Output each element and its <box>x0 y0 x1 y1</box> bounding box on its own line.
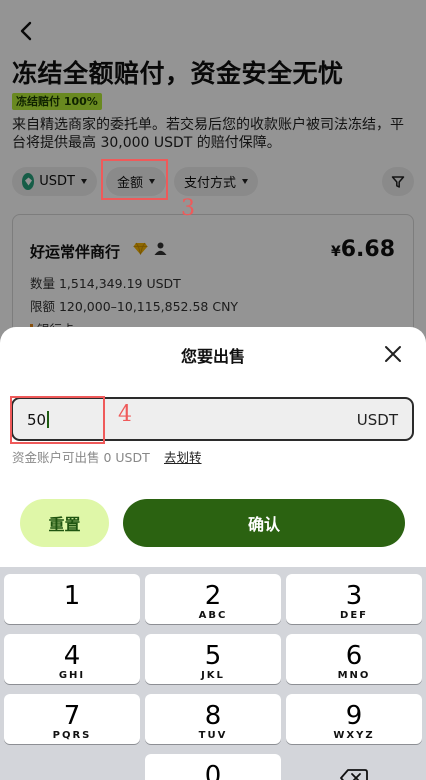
highlight-box-amount-filter <box>101 159 168 200</box>
key-9[interactable]: 9 WXYZ <box>286 694 422 744</box>
highlight-number-3: 3 <box>181 196 195 221</box>
key-7-digit: 7 <box>63 701 81 731</box>
dim-overlay[interactable] <box>0 0 426 360</box>
key-9-letters: WXYZ <box>333 730 375 741</box>
reset-button[interactable]: 重置 <box>20 499 109 547</box>
amount-unit: USDT <box>356 411 398 429</box>
key-8[interactable]: 8 TUV <box>145 694 281 744</box>
key-2-digit: 2 <box>204 581 222 611</box>
transfer-link[interactable]: 去划转 <box>164 447 202 466</box>
key-3-digit: 3 <box>345 581 363 611</box>
key-3[interactable]: 3 DEF <box>286 574 422 624</box>
key-9-digit: 9 <box>345 701 363 731</box>
key-3-letters: DEF <box>340 610 368 621</box>
available-balance-text: 资金账户可出售 0 USDT <box>12 450 150 465</box>
key-4-letters: GHI <box>58 670 86 681</box>
numeric-keypad: 1 2 ABC 3 DEF 4 GHI 5 JKL 6 MNO 7 PQRS 8 TUV 9W… <box>0 567 426 780</box>
key-0-digit: 0 <box>204 761 222 780</box>
key-5-digit: 5 <box>204 641 222 671</box>
key-0[interactable]: 0 <box>145 754 281 780</box>
key-5-letters: JKL <box>201 670 225 681</box>
key-1[interactable]: 1 <box>4 574 140 624</box>
highlight-box-amount-input <box>10 396 105 444</box>
close-icon <box>385 346 401 362</box>
highlight-number-4: 4 <box>118 402 132 427</box>
key-2-letters: ABC <box>198 610 228 621</box>
sheet-title: 您要出售 <box>180 347 245 366</box>
background-page: 冻结全额赔付，资金安全无忧 冻结赔付 100% 来自精选商家的委托单。若交易后您… <box>0 0 426 364</box>
delete-key[interactable] <box>285 764 421 780</box>
key-2[interactable]: 2 ABC <box>145 574 281 624</box>
key-4[interactable]: 4 GHI <box>4 634 140 684</box>
key-7-letters: PQRS <box>52 730 92 741</box>
key-8-letters: TUV <box>198 730 228 741</box>
key-5[interactable]: 5 JKL <box>145 634 281 684</box>
key-1-digit: 1 <box>63 581 81 611</box>
key-7[interactable]: 7 PQRS <box>4 694 140 744</box>
key-4-digit: 4 <box>63 641 81 671</box>
backspace-icon <box>340 769 368 780</box>
key-6[interactable]: 6 MNO <box>286 634 422 684</box>
key-6-digit: 6 <box>345 641 363 671</box>
close-button[interactable] <box>382 343 404 365</box>
confirm-button[interactable]: 确认 <box>123 499 405 547</box>
key-8-digit: 8 <box>204 701 222 731</box>
key-6-letters: MNO <box>337 670 371 681</box>
